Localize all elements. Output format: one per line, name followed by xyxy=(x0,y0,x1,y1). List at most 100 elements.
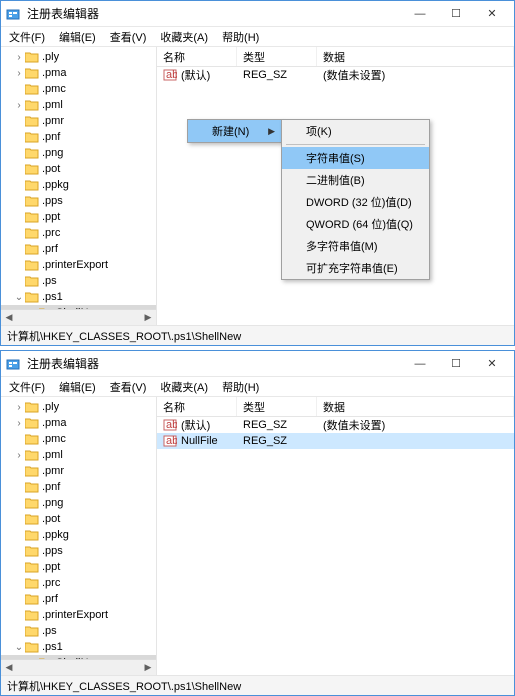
tree-pane[interactable]: ›.ply›.pma.pmc›.pml.pmr .pnf .png.pot.ppkg… xyxy=(1,47,157,325)
list-pane[interactable]: 名称 类型 数据 ab(默认)REG_SZ(数值未设置)abNullFileRE… xyxy=(157,397,514,675)
expand-right-icon[interactable]: › xyxy=(13,450,25,461)
context-submenu[interactable]: 项(K) 字符串值(S)二进制值(B)DWORD (32 位)值(D) QWORD … xyxy=(281,119,430,280)
expand-right-icon[interactable]: › xyxy=(13,418,25,429)
menu-edit[interactable]: 编辑(E) xyxy=(55,27,100,47)
scroll-right-icon[interactable]: ▶ xyxy=(140,310,156,326)
expand-right-icon[interactable]: › xyxy=(13,68,25,79)
tree-item[interactable]: ›.pma xyxy=(1,65,156,81)
maximize-button[interactable]: ☐ xyxy=(438,352,474,376)
list-header[interactable]: 名称 类型 数据 xyxy=(157,397,514,417)
tree-item[interactable]: ›.pml xyxy=(1,447,156,463)
tree-item[interactable]: .pot xyxy=(1,511,156,527)
minimize-button[interactable]: — xyxy=(402,2,438,26)
close-button[interactable]: ✕ xyxy=(474,2,510,26)
tree-item[interactable]: .prf xyxy=(1,591,156,607)
tree-item[interactable]: .ppt xyxy=(1,559,156,575)
context-new[interactable]: 新建(N) ▶ 项(K)字符串值(S)二进制值(B)DWORD (32 位)值(… xyxy=(188,120,281,142)
tree-item[interactable]: .pot xyxy=(1,161,156,177)
menu-fav[interactable]: 收藏夹(A) xyxy=(156,27,212,47)
col-data[interactable]: 数据 xyxy=(317,397,514,416)
string-value-icon: ab xyxy=(163,419,177,431)
menu-help[interactable]: 帮助(H) xyxy=(218,377,263,397)
tree-scrollbar-h[interactable]: ◀ ▶ xyxy=(1,659,156,675)
tree-item[interactable]: ›.pma xyxy=(1,415,156,431)
submenu-item[interactable]: 多字符串值(M) xyxy=(282,235,429,257)
submenu-item[interactable]: 可扩充字符串值(E) xyxy=(282,257,429,279)
tree-item[interactable]: ›.pml xyxy=(1,97,156,113)
tree-item[interactable]: .ppkg xyxy=(1,527,156,543)
tree-item[interactable]: .ppkg xyxy=(1,177,156,193)
tree-item[interactable]: .pps xyxy=(1,193,156,209)
tree-item[interactable]: .png xyxy=(1,145,156,161)
col-type[interactable]: 类型 xyxy=(237,47,317,66)
list-pane[interactable]: 名称 类型 数据 ab(默认)REG_SZ(数值未设置) 新建(N) ▶ 项(K… xyxy=(157,47,514,325)
tree-item[interactable]: .png xyxy=(1,495,156,511)
titlebar[interactable]: 注册表编辑器 — ☐ ✕ xyxy=(1,351,514,377)
tree-item[interactable]: ⌄.ps1 xyxy=(1,289,156,305)
maximize-button[interactable]: ☐ xyxy=(438,2,474,26)
tree-item[interactable]: .prc xyxy=(1,225,156,241)
list-header[interactable]: 名称 类型 数据 xyxy=(157,47,514,67)
list-row[interactable]: abNullFileREG_SZ xyxy=(157,433,514,449)
scroll-right-icon[interactable]: ▶ xyxy=(140,660,156,676)
list-row[interactable]: ab(默认)REG_SZ(数值未设置) xyxy=(157,67,514,83)
submenu-item[interactable]: DWORD (32 位)值(D) xyxy=(282,191,429,213)
tree-item[interactable]: .pnf xyxy=(1,479,156,495)
string-value-icon: ab xyxy=(163,435,177,447)
submenu-item-label: QWORD (64 位)值(Q) xyxy=(306,216,413,232)
col-type[interactable]: 类型 xyxy=(237,397,317,416)
tree-item-label: .pnf xyxy=(42,131,60,143)
menu-fav[interactable]: 收藏夹(A) xyxy=(156,377,212,397)
menu-file[interactable]: 文件(F) xyxy=(5,27,49,47)
submenu-item[interactable]: 项(K) xyxy=(282,120,429,142)
tree-item[interactable]: .prc xyxy=(1,575,156,591)
folder-icon xyxy=(25,83,39,95)
col-name[interactable]: 名称 xyxy=(157,397,237,416)
tree-item[interactable]: .ps xyxy=(1,273,156,289)
tree-item[interactable]: ›.ply xyxy=(1,399,156,415)
menubar: 文件(F) 编辑(E) 查看(V) 收藏夹(A) 帮助(H) xyxy=(1,27,514,47)
folder-icon xyxy=(25,513,39,525)
col-name[interactable]: 名称 xyxy=(157,47,237,66)
close-button[interactable]: ✕ xyxy=(474,352,510,376)
submenu-item[interactable]: QWORD (64 位)值(Q) xyxy=(282,213,429,235)
menu-edit[interactable]: 编辑(E) xyxy=(55,377,100,397)
tree-item[interactable]: .prf xyxy=(1,241,156,257)
menu-help[interactable]: 帮助(H) xyxy=(218,27,263,47)
tree-item[interactable]: .pmr xyxy=(1,113,156,129)
tree-item[interactable]: .pps xyxy=(1,543,156,559)
expand-down-icon[interactable]: ⌄ xyxy=(13,292,25,303)
col-data[interactable]: 数据 xyxy=(317,47,514,66)
expand-right-icon[interactable]: › xyxy=(13,52,25,63)
context-menu[interactable]: 新建(N) ▶ 项(K)字符串值(S)二进制值(B)DWORD (32 位)值(… xyxy=(187,119,282,143)
tree-item[interactable]: .pmc xyxy=(1,431,156,447)
tree-item[interactable]: .printerExport xyxy=(1,607,156,623)
tree-item[interactable]: .pnf xyxy=(1,129,156,145)
folder-icon xyxy=(25,593,39,605)
menu-view[interactable]: 查看(V) xyxy=(106,27,151,47)
tree-scrollbar-h[interactable]: ◀ ▶ xyxy=(1,309,156,325)
tree-item[interactable]: ⌄.ps1 xyxy=(1,639,156,655)
tree-item[interactable]: .ppt xyxy=(1,209,156,225)
submenu-item[interactable]: 二进制值(B) xyxy=(282,169,429,191)
expand-right-icon[interactable]: › xyxy=(13,402,25,413)
submenu-item-label: 可扩充字符串值(E) xyxy=(306,260,398,276)
submenu-item[interactable]: 字符串值(S) xyxy=(282,147,429,169)
menu-view[interactable]: 查看(V) xyxy=(106,377,151,397)
tree-item[interactable]: ›.ply xyxy=(1,49,156,65)
minimize-button[interactable]: — xyxy=(402,352,438,376)
scroll-left-icon[interactable]: ◀ xyxy=(1,660,17,676)
menu-file[interactable]: 文件(F) xyxy=(5,377,49,397)
tree-item[interactable]: .printerExport xyxy=(1,257,156,273)
expand-right-icon[interactable]: › xyxy=(13,100,25,111)
tree-item[interactable]: .ps xyxy=(1,623,156,639)
expand-down-icon[interactable]: ⌄ xyxy=(13,642,25,653)
scroll-left-icon[interactable]: ◀ xyxy=(1,310,17,326)
tree-pane[interactable]: ›.ply›.pma.pmc›.pml.pmr.pnf.png.pot.ppkg… xyxy=(1,397,157,675)
value-data: (数值未设置) xyxy=(317,67,514,83)
tree-item-label: .printerExport xyxy=(42,259,108,271)
list-row[interactable]: ab(默认)REG_SZ(数值未设置) xyxy=(157,417,514,433)
titlebar[interactable]: 注册表编辑器 — ☐ ✕ xyxy=(1,1,514,27)
tree-item[interactable]: .pmr xyxy=(1,463,156,479)
tree-item[interactable]: .pmc xyxy=(1,81,156,97)
